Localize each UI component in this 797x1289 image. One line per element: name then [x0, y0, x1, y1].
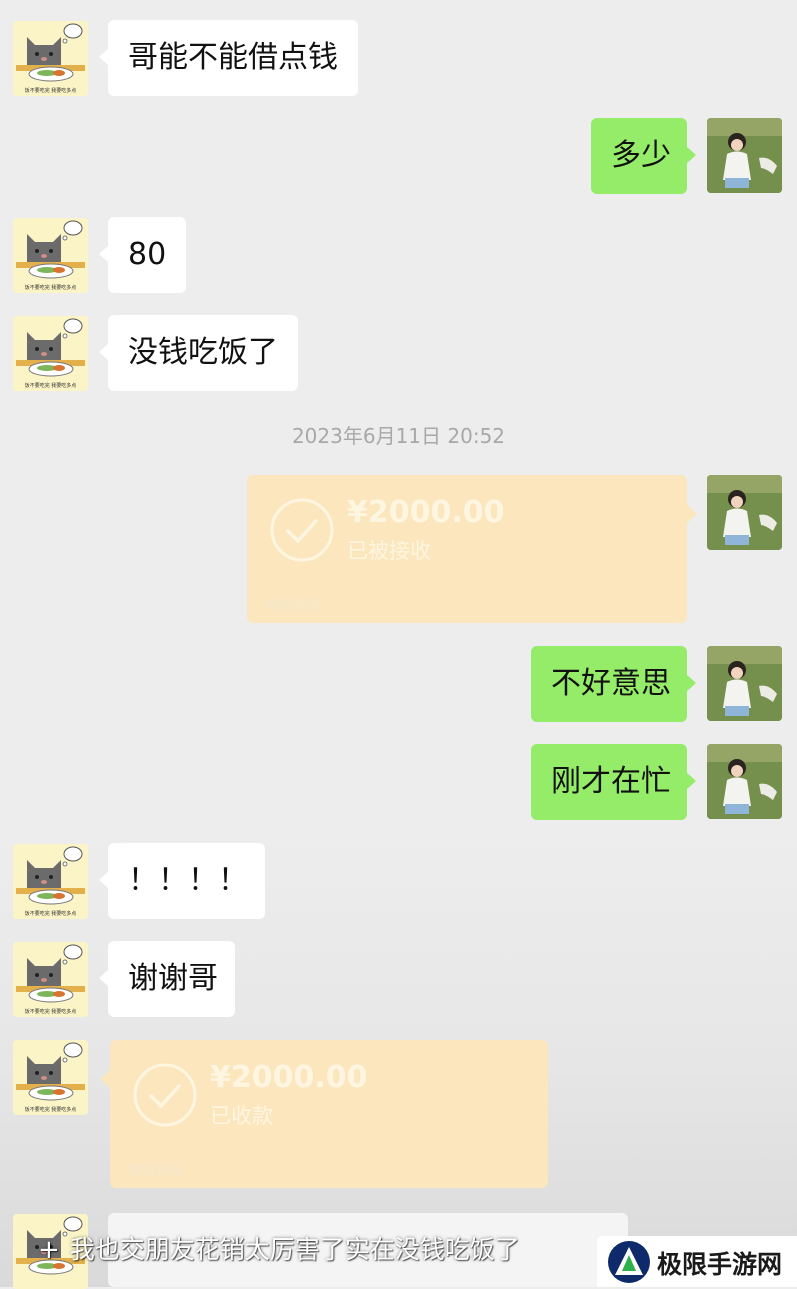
cat-eating-icon — [13, 1040, 88, 1115]
girl-photo-icon — [707, 744, 782, 819]
self-avatar[interactable] — [707, 475, 782, 550]
chat-view[interactable]: 饭不要吃完 我要吃多点 哥能不能借点钱 多少 饭不要吃完 我要吃多点 80 饭不… — [0, 0, 797, 1289]
transfer-card[interactable]: ¥2000.00 已收款 微信转账 — [100, 1040, 548, 1188]
avatar-caption: 饭不要吃完 我要吃多点 — [24, 88, 77, 94]
transfer-amount: ¥2000.00 — [210, 1060, 368, 1095]
cat-eating-icon — [13, 942, 88, 1017]
contact-avatar[interactable]: 饭不要吃完 我要吃多点 — [13, 844, 88, 919]
message-bubble-incoming[interactable]: 80 — [99, 217, 186, 293]
triangle-logo-icon — [608, 1241, 650, 1283]
self-avatar[interactable] — [707, 744, 782, 819]
message-text: ！！！！ — [128, 863, 248, 898]
message-bubble-incoming[interactable]: 谢谢哥 — [99, 941, 235, 1017]
message-text: 80 — [128, 237, 167, 272]
avatar-caption: 饭不要吃完 我要吃多点 — [24, 911, 77, 917]
transfer-status: 已被接收 — [347, 539, 431, 563]
cat-eating-icon — [13, 218, 88, 293]
message-text: 没钱吃饭了 — [128, 335, 278, 370]
contact-avatar[interactable]: 饭不要吃完 我要吃多点 — [13, 316, 88, 391]
message-text: 不好意思 — [551, 666, 671, 701]
cat-eating-icon — [13, 21, 88, 96]
message-text: 哥能不能借点钱 — [128, 40, 338, 75]
message-text: 多少 — [611, 138, 671, 173]
cat-eating-icon — [13, 316, 88, 391]
message-bubble-outgoing[interactable]: 刚才在忙 — [531, 744, 696, 820]
girl-photo-icon — [707, 475, 782, 550]
self-avatar[interactable] — [707, 646, 782, 721]
avatar-caption: 饭不要吃完 我要吃多点 — [24, 1107, 77, 1113]
avatar-caption: 饭不要吃完 我要吃多点 — [24, 1009, 77, 1015]
message-timestamp: 2023年6月11日 20:52 — [291, 424, 506, 448]
transfer-card[interactable]: ¥2000.00 已被接收 微信转账 — [247, 475, 697, 623]
message-bubble-incoming[interactable]: 哥能不能借点钱 — [99, 20, 358, 96]
message-bubble-incoming[interactable]: 没钱吃饭了 — [99, 315, 298, 391]
transfer-status: 已收款 — [210, 1104, 273, 1128]
transfer-footer: 微信转账 — [128, 1163, 184, 1179]
avatar-caption: 饭不要吃完 我要吃多点 — [24, 285, 77, 291]
contact-avatar[interactable]: 饭不要吃完 我要吃多点 — [13, 942, 88, 1017]
cat-eating-icon — [13, 844, 88, 919]
video-caption: + 我也交朋友花销太厉害了实在没钱吃饭了 — [38, 1230, 520, 1266]
transfer-amount: ¥2000.00 — [347, 495, 505, 530]
message-text: 谢谢哥 — [128, 961, 218, 996]
message-bubble-incoming[interactable]: ！！！！ — [99, 843, 265, 919]
caption-text: 我也交朋友花销太厉害了实在没钱吃饭了 — [69, 1235, 520, 1264]
avatar-caption: 饭不要吃完 我要吃多点 — [24, 383, 77, 389]
watermark-text: 极限手游网 — [657, 1250, 783, 1279]
message-text: 刚才在忙 — [551, 764, 671, 799]
girl-photo-icon — [707, 118, 782, 193]
contact-avatar[interactable]: 饭不要吃完 我要吃多点 — [13, 218, 88, 293]
check-circle-icon — [133, 1063, 197, 1127]
contact-avatar[interactable]: 饭不要吃完 我要吃多点 — [13, 1040, 88, 1115]
site-watermark: 极限手游网 — [597, 1236, 797, 1287]
message-bubble-outgoing[interactable]: 多少 — [591, 118, 696, 194]
transfer-footer: 微信转账 — [265, 598, 321, 614]
check-circle-icon — [270, 498, 334, 562]
girl-photo-icon — [707, 646, 782, 721]
message-bubble-outgoing[interactable]: 不好意思 — [531, 646, 696, 722]
contact-avatar[interactable]: 饭不要吃完 我要吃多点 — [13, 21, 88, 96]
self-avatar[interactable] — [707, 118, 782, 193]
plus-icon: + — [38, 1235, 60, 1265]
